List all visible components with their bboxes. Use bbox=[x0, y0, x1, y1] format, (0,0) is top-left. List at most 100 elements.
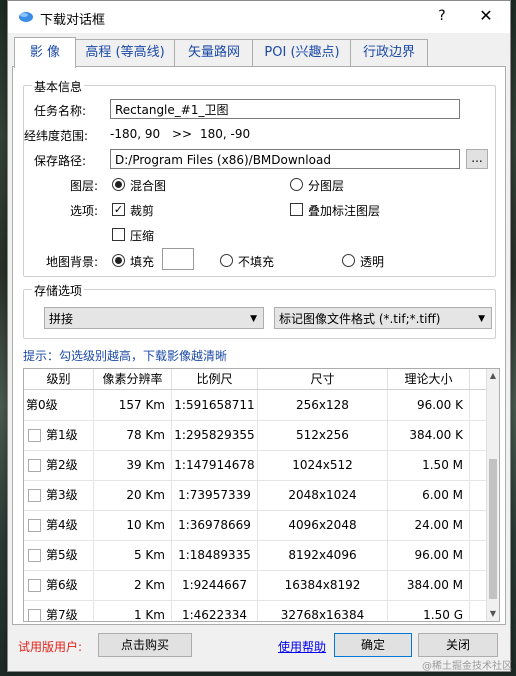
cell-size: 2048x1024 bbox=[258, 480, 388, 510]
table-row[interactable]: 第5级 5 Km 1:18489335 8192x4096 96.00 M bbox=[24, 540, 487, 571]
level-checkbox[interactable] bbox=[28, 429, 41, 442]
cell-size: 16384x8192 bbox=[258, 570, 388, 600]
scroll-thumb[interactable] bbox=[489, 459, 497, 599]
chevron-down-icon: ▼ bbox=[478, 314, 485, 324]
table-row[interactable]: 第1级 78 Km 1:295829355 512x256 384.00 K bbox=[24, 420, 487, 451]
level-checkbox[interactable] bbox=[28, 489, 41, 502]
help-icon[interactable]: ? bbox=[432, 6, 452, 26]
bg-transparent-radio[interactable] bbox=[342, 254, 355, 267]
overlay-checkbox[interactable] bbox=[290, 203, 303, 216]
layer-mixed-label: 混合图 bbox=[130, 179, 167, 193]
cell-res: 10 Km bbox=[94, 510, 172, 540]
cell-res: 39 Km bbox=[94, 450, 172, 480]
level-checkbox[interactable] bbox=[28, 579, 41, 592]
storage-mode-select[interactable]: 拼接 ▼ bbox=[44, 307, 264, 329]
level-checkbox[interactable] bbox=[28, 609, 41, 621]
col-level[interactable]: 级别 bbox=[24, 369, 94, 389]
imagery-panel: 基本信息 任务名称: Rectangle_#1_卫图 经纬度范围: -180, … bbox=[12, 66, 506, 625]
cell-res: 157 Km bbox=[94, 390, 172, 420]
basic-info-title: 基本信息 bbox=[32, 78, 85, 95]
bg-fill-radio[interactable] bbox=[112, 254, 125, 267]
table-row[interactable]: 第0级 157 Km 1:591658711 256x128 96.00 K bbox=[24, 390, 487, 421]
tab-admin-boundary[interactable]: 行政边界 bbox=[350, 39, 428, 66]
tab-poi[interactable]: POI (兴趣点) bbox=[252, 39, 352, 66]
tab-elevation[interactable]: 高程 (等高线) bbox=[74, 39, 176, 66]
layer-label: 图层: bbox=[70, 179, 99, 193]
bg-nofill-label: 不填充 bbox=[238, 255, 275, 269]
crop-checkbox[interactable]: ✓ bbox=[112, 203, 125, 216]
basic-info-group: 基本信息 任务名称: Rectangle_#1_卫图 经纬度范围: -180, … bbox=[23, 78, 496, 277]
level-label: 第5级 bbox=[46, 548, 78, 562]
cell-scale: 1:9244667 bbox=[172, 570, 258, 600]
bg-nofill-radio[interactable] bbox=[220, 254, 233, 267]
cell-res: 2 Km bbox=[94, 570, 172, 600]
cell-level: 第1级 bbox=[24, 420, 94, 450]
table-row[interactable]: 第7级 1 Km 1:4622334 32768x16384 1.50 G bbox=[24, 600, 487, 621]
level-checkbox[interactable] bbox=[28, 549, 41, 562]
cell-scale: 1:73957339 bbox=[172, 480, 258, 510]
cell-level: 第5级 bbox=[24, 540, 94, 570]
cell-scale: 1:36978669 bbox=[172, 510, 258, 540]
table-row[interactable]: 第3级 20 Km 1:73957339 2048x1024 6.00 M bbox=[24, 480, 487, 511]
scroll-up-icon[interactable]: ▲ bbox=[487, 369, 499, 383]
cell-scale: 1:147914678 bbox=[172, 450, 258, 480]
cell-level: 第0级 bbox=[24, 390, 94, 420]
cell-size: 32768x16384 bbox=[258, 600, 388, 621]
table-scrollbar[interactable]: ▲ ▼ bbox=[486, 369, 499, 621]
window-title: 下载对话框 bbox=[40, 13, 106, 28]
level-label: 第3级 bbox=[46, 488, 78, 502]
range-from: -180, 90 bbox=[110, 127, 161, 141]
layer-split-label: 分图层 bbox=[308, 179, 345, 193]
bg-fill-label: 填充 bbox=[130, 255, 155, 269]
compress-checkbox[interactable] bbox=[112, 228, 125, 241]
level-table: 级别 像素分辨率 比例尺 尺寸 理论大小 第0级 157 Km 1:59165871… bbox=[23, 368, 500, 622]
col-scale[interactable]: 比例尺 bbox=[172, 369, 258, 389]
options-label: 选项: bbox=[70, 204, 99, 218]
cell-scale: 1:295829355 bbox=[172, 420, 258, 450]
chevron-down-icon: ▼ bbox=[250, 314, 257, 324]
cell-est: 96.00 M bbox=[388, 540, 470, 570]
col-est-size[interactable]: 理论大小 bbox=[388, 369, 470, 389]
cell-res: 20 Km bbox=[94, 480, 172, 510]
cell-size: 8192x4096 bbox=[258, 540, 388, 570]
table-row[interactable]: 第6级 2 Km 1:9244667 16384x8192 384.00 M bbox=[24, 570, 487, 601]
cell-level: 第4级 bbox=[24, 510, 94, 540]
cell-est: 384.00 K bbox=[388, 420, 470, 450]
cell-res: 78 Km bbox=[94, 420, 172, 450]
table-row[interactable]: 第2级 39 Km 1:147914678 1024x512 1.50 M bbox=[24, 450, 487, 481]
cell-est: 1.50 M bbox=[388, 450, 470, 480]
close-icon[interactable]: ✕ bbox=[474, 6, 498, 26]
storage-title: 存储选项 bbox=[32, 282, 85, 299]
close-button[interactable]: 关闭 bbox=[418, 633, 498, 657]
save-path-input[interactable]: D:/Program Files (x86)/BMDownload bbox=[110, 149, 460, 169]
browse-button[interactable]: ... bbox=[466, 149, 488, 169]
trial-user-label: 试用版用户: bbox=[18, 640, 83, 654]
scroll-down-icon[interactable]: ▼ bbox=[487, 607, 499, 621]
table-row[interactable]: 第4级 10 Km 1:36978669 4096x2048 24.00 M bbox=[24, 510, 487, 541]
level-checkbox[interactable] bbox=[28, 519, 41, 532]
buy-button[interactable]: 点击购买 bbox=[98, 633, 192, 657]
tab-imagery[interactable]: 影 像 bbox=[14, 37, 76, 68]
cell-size: 4096x2048 bbox=[258, 510, 388, 540]
col-size[interactable]: 尺寸 bbox=[258, 369, 388, 389]
cell-scale: 1:4622334 bbox=[172, 600, 258, 621]
tab-vector-roads[interactable]: 矢量路网 bbox=[174, 39, 254, 66]
cell-level: 第2级 bbox=[24, 450, 94, 480]
range-to: 180, -90 bbox=[200, 127, 251, 141]
layer-split-radio[interactable] bbox=[290, 178, 303, 191]
level-checkbox[interactable] bbox=[28, 459, 41, 472]
level-label: 第1级 bbox=[46, 428, 78, 442]
table-header: 级别 像素分辨率 比例尺 尺寸 理论大小 bbox=[24, 369, 487, 390]
storage-mode-value: 拼接 bbox=[49, 312, 74, 326]
ok-button[interactable]: 确定 bbox=[334, 633, 412, 657]
bg-label: 地图背景: bbox=[46, 255, 99, 269]
hint-text: 提示：勾选级别越高，下载影像越清晰 bbox=[23, 349, 228, 363]
cell-est: 1.50 G bbox=[388, 600, 470, 621]
fill-color-swatch[interactable] bbox=[162, 248, 194, 270]
help-link[interactable]: 使用帮助 bbox=[278, 638, 326, 655]
layer-mixed-radio[interactable] bbox=[112, 178, 125, 191]
file-format-select[interactable]: 标记图像文件格式 (*.tif;*.tiff) ▼ bbox=[274, 307, 492, 329]
level-label: 第4级 bbox=[46, 518, 78, 532]
task-name-input[interactable]: Rectangle_#1_卫图 bbox=[110, 99, 460, 119]
col-resolution[interactable]: 像素分辨率 bbox=[94, 369, 172, 389]
